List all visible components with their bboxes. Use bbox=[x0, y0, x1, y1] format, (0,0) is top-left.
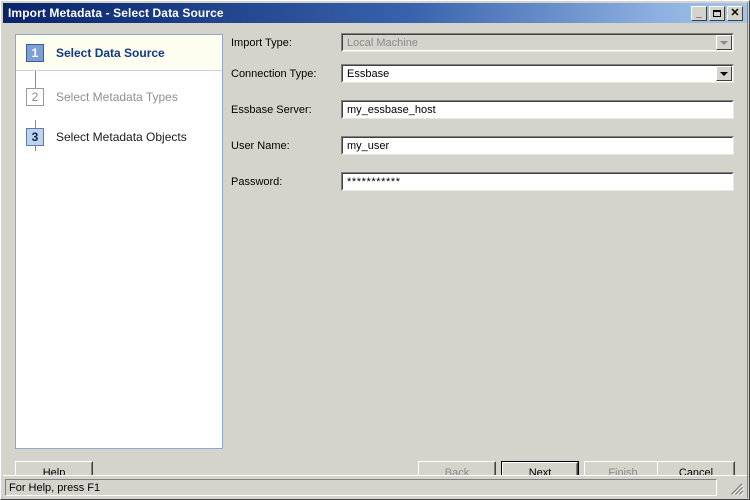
wizard-steps-panel: 1 Select Data Source 2 Select Metadata T… bbox=[15, 34, 223, 449]
minimize-button[interactable]: _ bbox=[691, 5, 707, 21]
essbase-server-value: my_essbase_host bbox=[347, 103, 436, 116]
dialog-window: Import Metadata - Select Data Source _ ✕… bbox=[0, 0, 750, 500]
data-source-form: Import Type: Local Machine Connection Ty… bbox=[231, 31, 735, 198]
field-row-connection-type: Connection Type: Essbase bbox=[231, 62, 735, 90]
sidebar-item-select-metadata-objects[interactable]: 3 Select Metadata Objects bbox=[16, 121, 222, 153]
resize-grip-icon[interactable] bbox=[729, 481, 745, 497]
step-number-badge-2: 2 bbox=[26, 88, 44, 106]
label-password: Password: bbox=[231, 176, 283, 188]
user-name-value: my_user bbox=[347, 139, 390, 152]
password-value: *********** bbox=[347, 175, 401, 188]
maximize-button[interactable] bbox=[709, 5, 725, 21]
import-type-combobox: Local Machine bbox=[341, 33, 734, 52]
status-bar: For Help, press F1 bbox=[3, 475, 747, 498]
field-row-essbase-server: Essbase Server: my_essbase_host bbox=[231, 98, 735, 126]
sidebar-item-label: Select Data Source bbox=[56, 45, 165, 60]
connection-type-combobox[interactable]: Essbase bbox=[341, 64, 734, 83]
chevron-down-icon bbox=[716, 35, 732, 50]
window-controls: _ ✕ bbox=[691, 5, 747, 21]
field-row-import-type: Import Type: Local Machine bbox=[231, 31, 735, 59]
close-button[interactable]: ✕ bbox=[727, 5, 743, 21]
title-bar[interactable]: Import Metadata - Select Data Source _ ✕ bbox=[3, 3, 747, 23]
status-message: For Help, press F1 bbox=[9, 481, 101, 494]
import-type-value: Local Machine bbox=[347, 36, 418, 49]
label-import-type: Import Type: bbox=[231, 37, 292, 49]
label-connection-type: Connection Type: bbox=[231, 68, 317, 80]
connection-type-value: Essbase bbox=[347, 67, 390, 80]
window-title: Import Metadata - Select Data Source bbox=[8, 6, 224, 20]
maximize-icon bbox=[710, 7, 724, 20]
dialog-client-area: 1 Select Data Source 2 Select Metadata T… bbox=[3, 23, 747, 484]
field-row-user-name: User Name: my_user bbox=[231, 134, 735, 162]
sidebar-item-label: Select Metadata Types bbox=[56, 90, 178, 104]
sidebar-item-select-metadata-types[interactable]: 2 Select Metadata Types bbox=[16, 81, 222, 113]
step-number-badge-1: 1 bbox=[26, 43, 44, 62]
close-icon: ✕ bbox=[730, 6, 740, 19]
essbase-server-input[interactable]: my_essbase_host bbox=[341, 100, 734, 119]
sidebar-item-select-data-source[interactable]: 1 Select Data Source bbox=[16, 35, 222, 71]
sidebar-item-label: Select Metadata Objects bbox=[56, 130, 187, 144]
chevron-down-icon[interactable] bbox=[716, 66, 732, 81]
user-name-input[interactable]: my_user bbox=[341, 136, 734, 155]
minimize-icon: _ bbox=[696, 7, 702, 19]
label-essbase-server: Essbase Server: bbox=[231, 104, 312, 116]
label-user-name: User Name: bbox=[231, 140, 290, 152]
field-row-password: Password: *********** bbox=[231, 170, 735, 198]
step-number-badge-3: 3 bbox=[26, 128, 44, 146]
password-input[interactable]: *********** bbox=[341, 172, 734, 191]
status-field: For Help, press F1 bbox=[5, 479, 717, 496]
